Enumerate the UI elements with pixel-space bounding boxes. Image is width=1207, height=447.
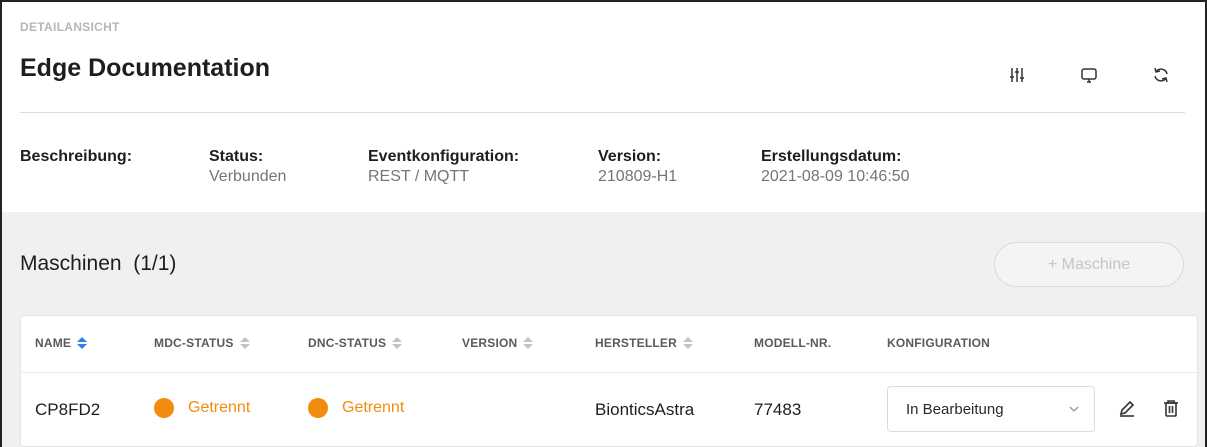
info-row: Beschreibung: Status: Verbunden Eventkon… — [2, 114, 1205, 212]
machines-title-text: Maschinen — [20, 252, 122, 275]
machines-title: Maschinen (1/1) — [20, 252, 176, 276]
col-konfiguration-label: KONFIGURATION — [887, 336, 991, 350]
sort-icon — [77, 337, 88, 349]
col-version[interactable]: VERSION — [462, 336, 534, 350]
event-label: Eventkonfiguration: — [368, 148, 520, 165]
add-machine-button[interactable]: + Maschine — [994, 242, 1184, 287]
col-dnc-status[interactable]: DNC-STATUS — [308, 336, 403, 350]
col-modell-nr: MODELL-NR. — [754, 336, 831, 350]
info-beschreibung: Beschreibung: — [20, 148, 132, 166]
sort-icon — [239, 337, 250, 349]
info-event: Eventkonfiguration: REST / MQTT — [368, 148, 519, 186]
col-mdc-status[interactable]: MDC-STATUS — [154, 336, 250, 350]
dnc-status-text: Getrennt — [342, 399, 405, 416]
sliders-icon[interactable] — [1005, 63, 1029, 87]
col-modell-label: MODELL-NR. — [754, 336, 832, 350]
section-label: DETAILANSICHT — [20, 20, 120, 34]
page-title: Edge Documentation — [20, 54, 271, 82]
cell-hersteller: BionticsAstra — [595, 400, 695, 419]
col-dnc-label: DNC-STATUS — [308, 336, 387, 350]
sort-icon — [392, 337, 403, 349]
info-version: Version: 210809-H1 — [598, 148, 677, 186]
konfiguration-select[interactable]: In Bearbeitung — [887, 386, 1095, 432]
date-label: Erstellungsdatum: — [761, 148, 902, 165]
col-hersteller-label: HERSTELLER — [595, 336, 678, 350]
cell-modell: 77483 — [754, 400, 802, 419]
chevron-down-icon — [1069, 406, 1079, 412]
sort-icon — [523, 337, 534, 349]
status-dot-icon — [308, 398, 328, 418]
edit-icon[interactable] — [1115, 396, 1139, 420]
beschreibung-label: Beschreibung: — [20, 148, 133, 165]
col-mdc-label: MDC-STATUS — [154, 336, 234, 350]
col-version-label: VERSION — [462, 336, 518, 350]
konfiguration-value: In Bearbeitung — [906, 400, 1004, 418]
machines-count: (1/1) — [133, 252, 177, 275]
col-name[interactable]: NAME — [35, 336, 88, 350]
col-konfiguration: KONFIGURATION — [887, 336, 990, 350]
status-label: Status: — [209, 148, 264, 165]
cell-dnc-status: Getrennt — [308, 398, 404, 418]
info-date: Erstellungsdatum: 2021-08-09 10:46:50 — [761, 148, 910, 186]
col-name-label: NAME — [35, 336, 72, 350]
header-row-divider — [21, 372, 1197, 373]
machines-table: NAME MDC-STATUS DNC-STATUS VERSION HERST… — [20, 315, 1198, 447]
trash-icon[interactable] — [1159, 396, 1183, 420]
sort-icon — [683, 337, 694, 349]
version-value: 210809-H1 — [598, 168, 678, 185]
header-divider — [20, 112, 1185, 113]
cell-name: CP8FD2 — [35, 400, 101, 419]
status-value: Verbunden — [209, 168, 287, 185]
cell-mdc-status: Getrennt — [154, 398, 250, 418]
event-value: REST / MQTT — [368, 168, 470, 185]
machines-section: Maschinen (1/1) + Maschine NAME MDC-STAT… — [2, 212, 1205, 447]
status-dot-icon — [154, 398, 174, 418]
detail-view: DETAILANSICHT Edge Documentation Beschre… — [0, 0, 1207, 447]
date-value: 2021-08-09 10:46:50 — [761, 168, 910, 185]
version-label: Version: — [598, 148, 662, 165]
refresh-icon[interactable] — [1149, 63, 1173, 87]
header: DETAILANSICHT Edge Documentation — [2, 2, 1205, 110]
info-status: Status: Verbunden — [209, 148, 286, 186]
col-hersteller[interactable]: HERSTELLER — [595, 336, 694, 350]
monitor-icon[interactable] — [1077, 63, 1101, 87]
mdc-status-text: Getrennt — [188, 399, 251, 416]
